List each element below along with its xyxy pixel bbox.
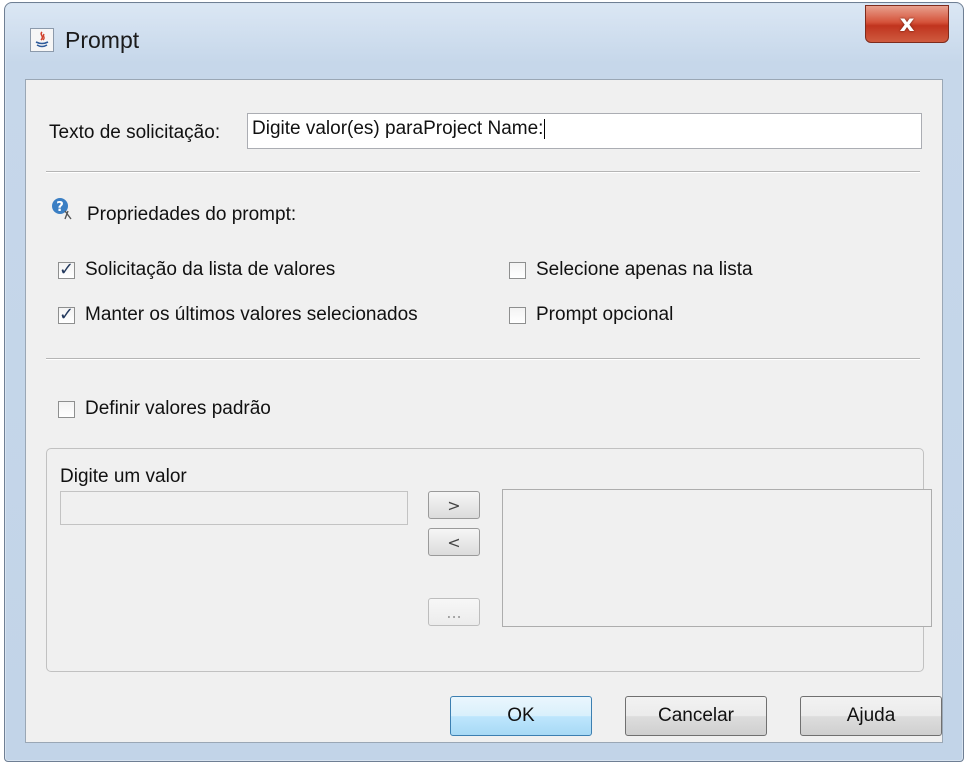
checkbox-label: Definir valores padrão xyxy=(85,398,271,419)
ok-button[interactable]: OK xyxy=(450,696,592,736)
prompt-dialog: Prompt x Texto de solicitação: Digite va… xyxy=(4,2,964,762)
title-bar[interactable]: Prompt x xyxy=(5,3,963,79)
help-button[interactable]: Ajuda xyxy=(800,696,942,736)
enter-value-label: Digite um valor xyxy=(60,466,187,487)
checkbox-label: Solicitação da lista de valores xyxy=(85,259,336,280)
checkbox-list-of-values[interactable]: Solicitação da lista de valores xyxy=(58,259,335,281)
checkbox-box[interactable] xyxy=(509,306,526,324)
window-title: Prompt xyxy=(65,27,140,53)
selected-values-list[interactable] xyxy=(502,489,932,627)
checkbox-box[interactable] xyxy=(58,259,75,280)
prompt-text-field[interactable]: Digite valor(es) paraProject Name: xyxy=(247,113,922,149)
svg-text:?: ? xyxy=(56,200,64,215)
close-button[interactable]: x xyxy=(865,5,949,43)
checkbox-select-only-from-list[interactable]: Selecione apenas na lista xyxy=(509,259,753,281)
prompt-text-label: Texto de solicitação: xyxy=(49,122,221,143)
close-icon: x xyxy=(899,11,915,37)
prompt-properties-icon: ? xyxy=(51,197,75,221)
separator xyxy=(46,358,920,360)
java-icon xyxy=(30,28,54,52)
checkbox-label: Manter os últimos valores selecionados xyxy=(85,304,418,325)
default-values-group: Digite um valor > < ... xyxy=(46,448,932,672)
prompt-text-value: Digite valor(es) paraProject Name: xyxy=(252,118,544,139)
cancel-button[interactable]: Cancelar xyxy=(625,696,767,736)
checkbox-keep-last-values[interactable]: Manter os últimos valores selecionados xyxy=(58,304,418,326)
checkbox-optional-prompt[interactable]: Prompt opcional xyxy=(509,304,673,326)
dialog-content: Texto de solicitação: Digite valor(es) p… xyxy=(25,79,943,743)
text-caret xyxy=(544,118,546,139)
add-value-button[interactable]: > xyxy=(428,491,480,519)
checkbox-set-default-values[interactable]: Definir valores padrão xyxy=(58,398,271,420)
checkbox-label: Selecione apenas na lista xyxy=(536,259,753,280)
checkbox-box[interactable] xyxy=(509,261,526,279)
checkbox-box[interactable] xyxy=(58,304,75,325)
remove-value-button[interactable]: < xyxy=(428,528,480,556)
checkbox-label: Prompt opcional xyxy=(536,304,674,325)
properties-header: Propriedades do prompt: xyxy=(87,204,297,225)
value-input[interactable] xyxy=(60,491,408,525)
separator xyxy=(46,171,920,173)
checkbox-box[interactable] xyxy=(58,400,75,418)
browse-button[interactable]: ... xyxy=(428,598,480,626)
